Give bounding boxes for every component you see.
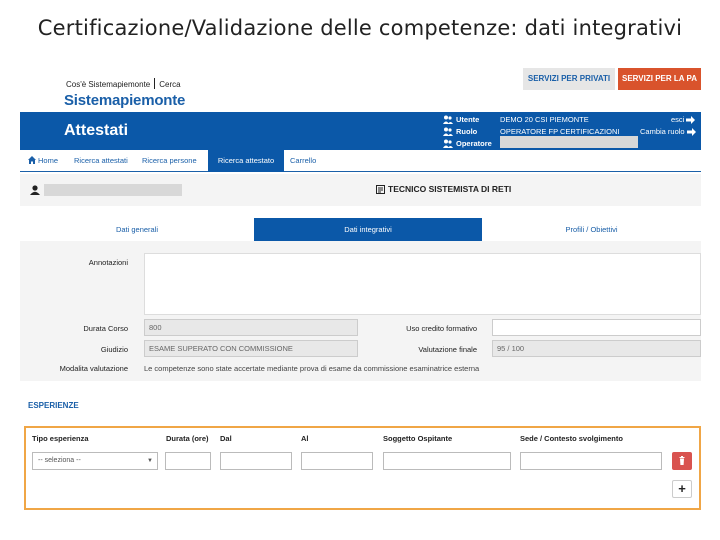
valutazione-label: Valutazione finale (418, 345, 477, 354)
nav-ricerca-persone[interactable]: Ricerca persone (136, 150, 203, 172)
credito-label: Uso credito formativo (406, 324, 477, 333)
student-name (44, 184, 182, 196)
dal-input[interactable] (220, 452, 292, 470)
portal-links: Cos'è Sistemapiemonte Cerca (66, 78, 181, 89)
giudizio-input[interactable]: ESAME SUPERATO CON COMMISSIONE (144, 340, 358, 357)
tab-dati-generali[interactable]: Dati generali (20, 218, 254, 241)
sign-out-icon (686, 127, 696, 136)
durata-label: Durata Corso (83, 324, 128, 333)
nav-ricerca-attestato[interactable]: Ricerca attestato (208, 150, 284, 172)
col-durata: Durata (ore) (166, 434, 209, 443)
user-group-icon (443, 127, 453, 136)
portal-header: Cos'è Sistemapiemonte Cerca Sistemapiemon… (20, 62, 701, 112)
link-about[interactable]: Cos'è Sistemapiemonte (66, 80, 150, 89)
detail-tabs: Dati generali Dati integrativi Profili /… (20, 218, 701, 241)
caret-down-icon: ▼ (147, 458, 153, 464)
app-header: Attestati Utente Ruolo Operatore DEMO 20… (20, 112, 701, 150)
nav-home[interactable]: Home (22, 150, 64, 172)
nav-ricerca-attestati[interactable]: Ricerca attestati (68, 150, 134, 172)
record-header: TECNICO SISTEMISTA DI RETI (20, 174, 701, 206)
tipo-esperienza-select[interactable]: -- seleziona -- ▼ (32, 452, 158, 470)
logout-link[interactable]: esci (671, 115, 696, 124)
screenshot-frame: Cos'è Sistemapiemonte Cerca Sistemapiemon… (20, 62, 701, 512)
services-pa-button[interactable]: SERVIZI PER LA PA (618, 68, 701, 90)
nav-carrello[interactable]: Carrello (284, 150, 322, 172)
utente-value: DEMO 20 CSI PIEMONTE (500, 115, 589, 124)
esperienze-panel: Tipo esperienza Durata (ore) Dal Al Sogg… (24, 426, 701, 510)
esperienze-title: ESPERIENZE (28, 401, 79, 410)
col-sede: Sede / Contesto svolgimento (520, 434, 623, 443)
tab-dati-integrativi[interactable]: Dati integrativi (254, 218, 482, 241)
durata-ore-input[interactable] (165, 452, 211, 470)
operatore-label: Operatore (443, 139, 492, 148)
annotazioni-label: Annotazioni (88, 258, 128, 267)
user-group-icon (443, 139, 453, 148)
operatore-value (500, 136, 638, 148)
al-input[interactable] (301, 452, 373, 470)
user-group-icon (443, 115, 453, 124)
trash-icon (679, 456, 685, 465)
soggetto-ospitante-input[interactable] (383, 452, 511, 470)
annotazioni-textarea[interactable] (144, 253, 701, 315)
user-icon (30, 185, 40, 195)
valutazione-input[interactable]: 95 / 100 (492, 340, 701, 357)
modalita-value: Le competenze sono state accertate media… (144, 364, 480, 373)
sign-out-icon (686, 115, 696, 124)
col-al: Al (301, 434, 309, 443)
slide-title: Certificazione/Validazione delle compete… (37, 16, 683, 40)
link-search[interactable]: Cerca (159, 80, 180, 89)
certificate-icon (376, 184, 385, 194)
durata-input[interactable]: 800 (144, 319, 358, 336)
utente-label: Utente (443, 115, 479, 124)
tab-profili-obiettivi[interactable]: Profili / Obiettivi (482, 218, 701, 241)
col-soggetto: Soggetto Ospitante (383, 434, 453, 443)
sede-contesto-input[interactable] (520, 452, 662, 470)
col-tipo: Tipo esperienza (32, 434, 89, 443)
brand-logo[interactable]: Sistemapiemonte (64, 92, 185, 109)
ruolo-label: Ruolo (443, 127, 477, 136)
dati-integrativi-form: Annotazioni Durata Corso 800 Uso credito… (20, 241, 701, 381)
main-nav: Home Ricerca attestati Ricerca persone R… (20, 150, 701, 172)
course-title: TECNICO SISTEMISTA DI RETI (376, 184, 511, 194)
modalita-label: Modalita valutazione (59, 364, 128, 373)
ruolo-value: OPERATORE FP CERTIFICAZIONI (500, 127, 620, 136)
col-dal: Dal (220, 434, 232, 443)
services-private-button[interactable]: SERVIZI PER PRIVATI (523, 68, 615, 90)
change-role-link[interactable]: Cambia ruolo (640, 127, 696, 136)
delete-row-button[interactable] (672, 452, 692, 470)
credito-input[interactable] (492, 319, 701, 336)
add-row-button[interactable]: + (672, 480, 692, 498)
home-icon (28, 156, 36, 164)
giudizio-label: Giudizio (100, 345, 128, 354)
app-title: Attestati (64, 122, 129, 139)
